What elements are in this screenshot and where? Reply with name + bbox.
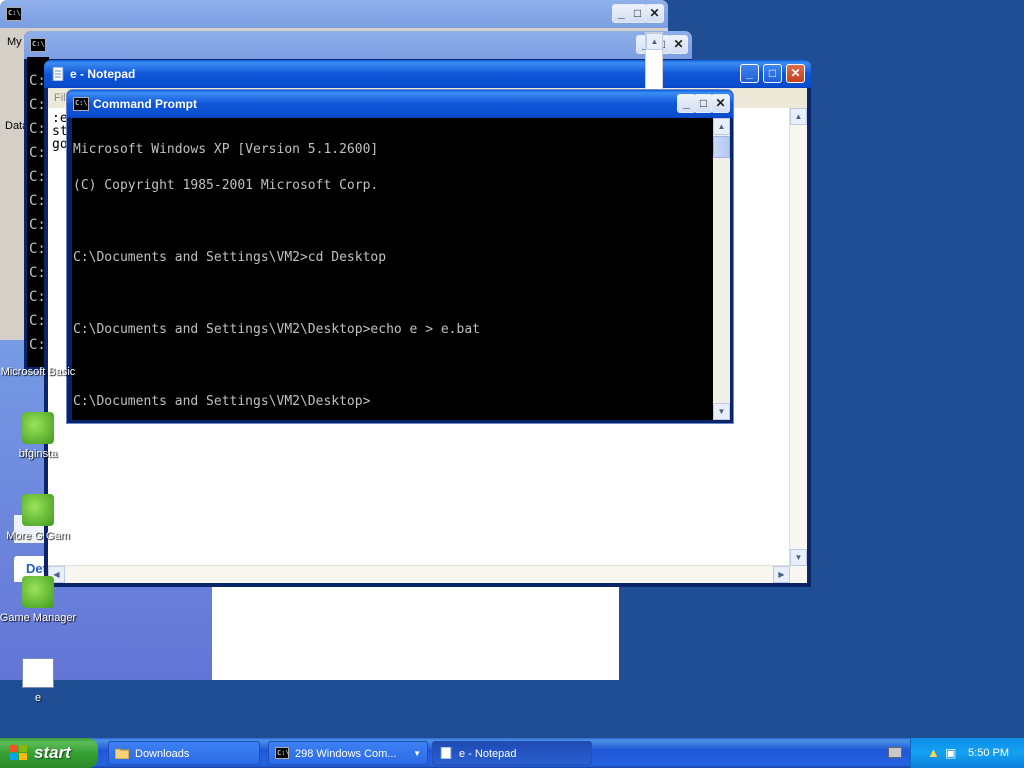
desktop-icon-label: More G Gam (6, 530, 70, 542)
cmd-icon: C:\ (30, 38, 46, 52)
command-prompt-titlebar[interactable]: C:\ Command Prompt _ □ ✕ (67, 90, 733, 118)
console-line: C:\Documents and Settings\VM2\Desktop>ec… (73, 322, 480, 337)
minimize-button[interactable]: _ (740, 64, 759, 83)
network-icon[interactable]: ▣ (945, 738, 956, 768)
desktop-icon-label: e (34, 692, 42, 704)
task-label: Downloads (135, 748, 190, 760)
windows-logo-icon (10, 745, 27, 760)
window-back-1-titlebar[interactable]: C:\ _ □ ✕ (0, 0, 668, 28)
task-label: 298 Windows Com... (295, 748, 397, 760)
side-text-my: My (7, 36, 22, 48)
start-button[interactable]: start (0, 738, 98, 768)
window-back-2-titlebar[interactable]: C:\ _ □ ✕ (24, 31, 692, 59)
keyboard-icon[interactable] (888, 747, 902, 758)
task-notepad[interactable]: e - Notepad (432, 741, 592, 765)
cmd-icon: C:\ (6, 7, 22, 21)
maximize-button[interactable]: □ (763, 64, 782, 83)
desktop-icon-bfginstaller[interactable]: bfginsta (0, 412, 78, 460)
console-line: C:\Documents and Settings\VM2>cd Desktop (73, 250, 387, 265)
scroll-right-icon[interactable]: ▶ (773, 566, 790, 583)
desktop-icon-more-games[interactable]: More G Gam (0, 494, 78, 542)
task-downloads[interactable]: Downloads (108, 741, 260, 765)
start-label: start (34, 743, 71, 762)
notepad-icon (440, 747, 452, 759)
console-output[interactable]: Microsoft Windows XP [Version 5.1.2600] … (72, 118, 713, 420)
console-line: Microsoft Windows XP [Version 5.1.2600] (73, 142, 379, 157)
game-manager-icon (22, 576, 54, 608)
folder-icon (115, 748, 129, 759)
close-button[interactable]: ✕ (711, 94, 730, 113)
task-windows-command[interactable]: C:\ 298 Windows Com... ▼ (268, 741, 428, 765)
desktop-icon-game-manager[interactable]: Game Manager (0, 576, 78, 624)
desktop-icon-label: bfginsta (18, 448, 58, 460)
desktop-icon-e[interactable]: e (0, 658, 78, 704)
batch-file-icon (22, 658, 54, 688)
close-button[interactable]: ✕ (645, 4, 664, 23)
cmd-icon: C:\ (73, 97, 89, 111)
command-prompt-title: Command Prompt (93, 97, 198, 111)
scroll-up-icon[interactable]: ▲ (646, 33, 663, 50)
notepad-vertical-scrollbar[interactable]: ▲ ▼ (789, 108, 807, 583)
console-line: (C) Copyright 1985-2001 Microsoft Corp. (73, 178, 379, 193)
close-button[interactable]: ✕ (786, 64, 805, 83)
desktop-icon-label: Game Manager (0, 612, 77, 624)
close-button[interactable]: ✕ (669, 35, 688, 54)
scroll-up-icon[interactable]: ▲ (790, 108, 807, 125)
notepad-titlebar[interactable]: e - Notepad _ □ ✕ (44, 60, 811, 88)
chevron-down-icon: ▼ (413, 749, 421, 758)
scroll-thumb[interactable] (713, 136, 730, 158)
console-line: C:\Documents and Settings\VM2\Desktop> (73, 394, 371, 409)
taskbar: start Downloads C:\ 298 Windows Com... ▼… (0, 738, 1024, 768)
security-shield-icon[interactable]: ▲ (927, 738, 940, 768)
command-prompt-window[interactable]: C:\ Command Prompt _ □ ✕ Microsoft Windo… (66, 89, 734, 424)
scroll-up-icon[interactable]: ▲ (713, 118, 730, 135)
bfg-shortcut-icon (22, 494, 54, 526)
console-scrollbar[interactable]: ▲ ▼ (713, 118, 730, 420)
notepad-icon (52, 67, 64, 81)
clock[interactable]: 5:50 PM (968, 738, 1009, 768)
scroll-down-icon[interactable]: ▼ (713, 403, 730, 420)
scroll-down-icon[interactable]: ▼ (790, 549, 807, 566)
notepad-horizontal-scrollbar[interactable]: ◀ ▶ (48, 565, 790, 583)
cmd-icon: C:\ (275, 747, 290, 759)
desktop-icon-label: Microsoft Basic (0, 366, 76, 378)
bfg-installer-icon (22, 412, 54, 444)
task-label: e - Notepad (459, 748, 517, 760)
desktop-icon-microsoft-basic[interactable]: Microsoft Basic (0, 366, 78, 378)
notepad-title: e - Notepad (70, 67, 136, 81)
system-tray: ▲ ▣ 5:50 PM (910, 738, 1024, 768)
